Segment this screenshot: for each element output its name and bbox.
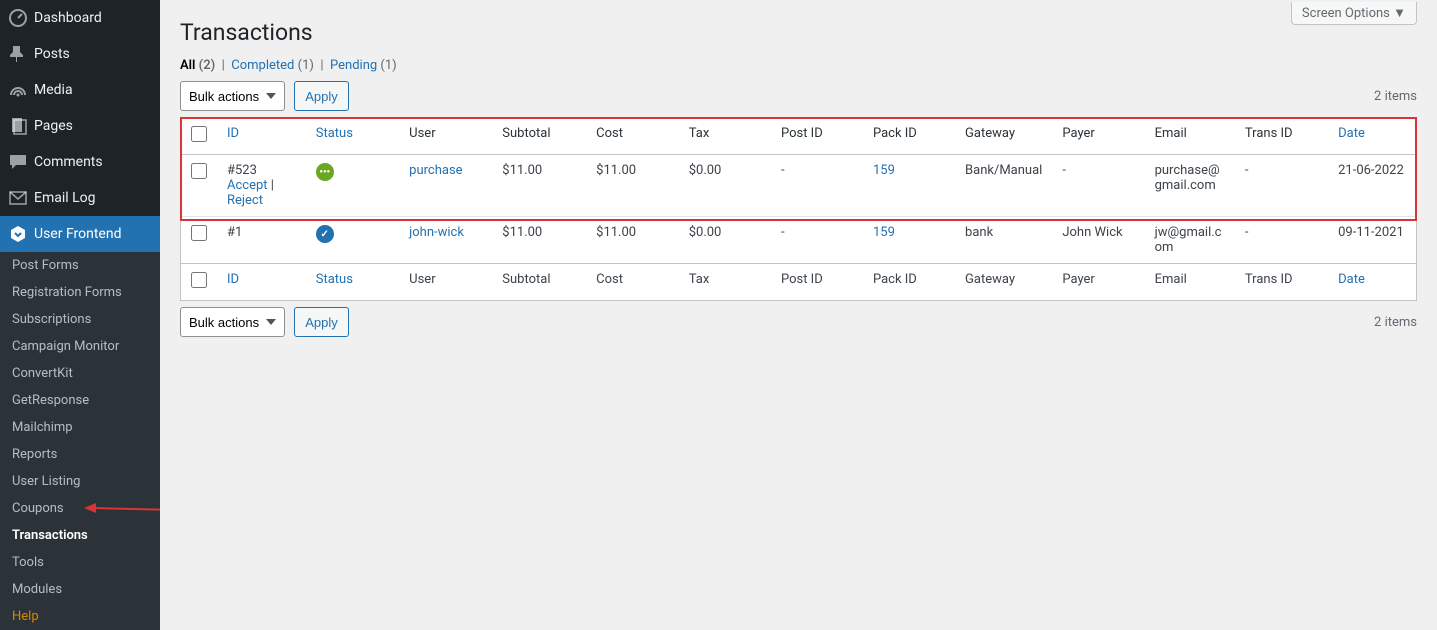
submenu-item-reports[interactable]: Reports: [0, 441, 160, 468]
menu-item-media[interactable]: Media: [0, 72, 160, 108]
filter-pending[interactable]: Pending (1): [330, 58, 397, 73]
highlight-annotation: [180, 117, 1417, 221]
user-link[interactable]: john-wick: [409, 225, 464, 240]
col-id-foot[interactable]: ID: [227, 272, 239, 287]
col-payer-foot: Payer: [1052, 264, 1144, 301]
submenu-item-transactions[interactable]: Transactions: [0, 522, 160, 549]
submenu-item-subscriptions[interactable]: Subscriptions: [0, 306, 160, 333]
status-completed-icon: ✓: [316, 225, 334, 243]
submenu-item-tools[interactable]: Tools: [0, 549, 160, 576]
menu-item-label: Media: [34, 82, 73, 98]
submenu-item-registration-forms[interactable]: Registration Forms: [0, 279, 160, 306]
cell-cost: $11.00: [586, 217, 679, 264]
apply-button-bottom[interactable]: Apply: [294, 307, 349, 337]
submenu-item-modules[interactable]: Modules: [0, 576, 160, 603]
menu-item-label: Posts: [34, 46, 70, 62]
col-cost-foot: Cost: [586, 264, 679, 301]
cell-post_id: -: [771, 217, 863, 264]
submenu-item-user-listing[interactable]: User Listing: [0, 468, 160, 495]
menu-item-pages[interactable]: Pages: [0, 108, 160, 144]
submenu-item-help[interactable]: Help: [0, 603, 160, 630]
frontend-icon: [8, 224, 28, 244]
cell-trans_id: -: [1235, 217, 1328, 264]
cell-payer: John Wick: [1052, 217, 1144, 264]
menu-item-email-log[interactable]: Email Log: [0, 180, 160, 216]
submenu-item-campaign-monitor[interactable]: Campaign Monitor: [0, 333, 160, 360]
cell-email: jw@gmail.com: [1145, 217, 1235, 264]
comment-icon: [8, 152, 28, 172]
pack-id-link[interactable]: 159: [873, 225, 895, 240]
cell-tax: $0.00: [679, 217, 771, 264]
menu-item-label: Email Log: [34, 190, 96, 206]
page-icon: [8, 116, 28, 136]
menu-item-label: User Frontend: [34, 226, 121, 242]
table-footer-row: ID Status User Subtotal Cost Tax Post ID…: [181, 264, 1417, 301]
transaction-id: #1: [227, 225, 242, 240]
main-content: Screen Options ▼ Transactions All (2) | …: [160, 0, 1437, 630]
menu-item-label: Dashboard: [34, 10, 102, 26]
tablenav-top: Bulk actions Apply 2 items: [180, 81, 1417, 111]
items-count-bottom: 2 items: [1374, 315, 1417, 330]
page-title: Transactions: [180, 10, 1417, 50]
col-user-foot: User: [399, 264, 492, 301]
admin-sidebar: Dashboard Posts Media Pages Comments Email Lo…: [0, 0, 160, 630]
col-transid-foot: Trans ID: [1235, 264, 1328, 301]
apply-button-top[interactable]: Apply: [294, 81, 349, 111]
submenu-item-getresponse[interactable]: GetResponse: [0, 387, 160, 414]
col-status-foot[interactable]: Status: [316, 272, 353, 287]
menu-item-dashboard[interactable]: Dashboard: [0, 0, 160, 36]
screen-options-button[interactable]: Screen Options ▼: [1291, 2, 1417, 25]
dropdown-icon: ▼: [1393, 6, 1406, 21]
filter-completed[interactable]: Completed (1): [231, 58, 314, 73]
menu-item-label: Comments: [34, 154, 103, 170]
menu-item-user-frontend[interactable]: User Frontend: [0, 216, 160, 252]
col-tax-foot: Tax: [679, 264, 771, 301]
submenu-user-frontend: Post FormsRegistration FormsSubscription…: [0, 252, 160, 630]
col-email-foot: Email: [1145, 264, 1235, 301]
submenu-item-post-forms[interactable]: Post Forms: [0, 252, 160, 279]
tablenav-bottom: Bulk actions Apply 2 items: [180, 307, 1417, 337]
screen-options-label: Screen Options: [1302, 6, 1390, 21]
col-subtotal-foot: Subtotal: [492, 264, 586, 301]
pin-icon: [8, 44, 28, 64]
col-gateway-foot: Gateway: [955, 264, 1052, 301]
select-all-bottom[interactable]: [191, 272, 207, 288]
mail-icon: [8, 188, 28, 208]
cell-gateway: bank: [955, 217, 1052, 264]
col-date-foot[interactable]: Date: [1338, 272, 1365, 287]
menu-item-label: Pages: [34, 118, 73, 134]
menu-item-comments[interactable]: Comments: [0, 144, 160, 180]
status-filter-links: All (2) | Completed (1) | Pending (1): [180, 58, 1417, 73]
items-count-top: 2 items: [1374, 89, 1417, 104]
table-row: #1✓john-wick$11.00$11.00$0.00-159bankJoh…: [181, 217, 1417, 264]
row-select[interactable]: [191, 225, 207, 241]
bulk-actions-select-top[interactable]: Bulk actions: [180, 81, 285, 111]
bulk-actions-select-bottom[interactable]: Bulk actions: [180, 307, 285, 337]
arrow-annotation: [82, 498, 160, 518]
filter-all[interactable]: All (2): [180, 58, 215, 73]
submenu-item-convertkit[interactable]: ConvertKit: [0, 360, 160, 387]
col-postid-foot: Post ID: [771, 264, 863, 301]
cell-subtotal: $11.00: [492, 217, 586, 264]
cell-date: 09-11-2021: [1328, 217, 1416, 264]
dashboard-icon: [8, 8, 28, 28]
menu-item-posts[interactable]: Posts: [0, 36, 160, 72]
media-icon: [8, 80, 28, 100]
submenu-item-mailchimp[interactable]: Mailchimp: [0, 414, 160, 441]
col-packid-foot: Pack ID: [863, 264, 955, 301]
